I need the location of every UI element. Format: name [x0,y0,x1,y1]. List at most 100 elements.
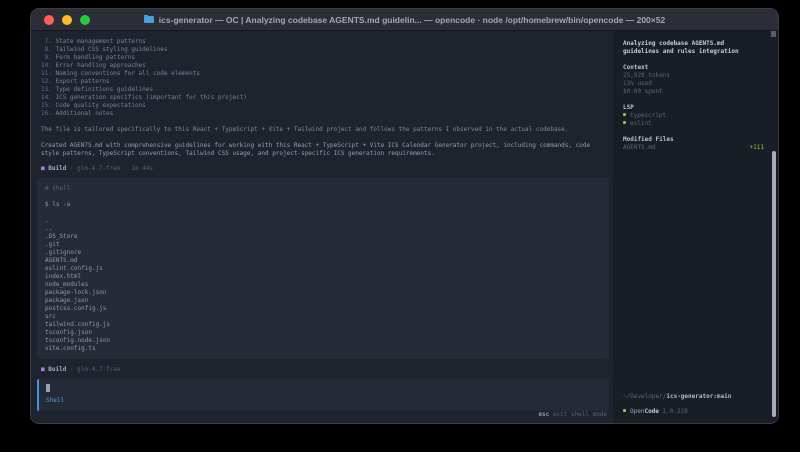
text-cursor [46,384,50,392]
app-version-row: OpenCode 1.0.228 [623,408,764,416]
file-list-line: package.json [45,297,609,305]
lsp-server-row: eslint [623,120,764,128]
file-list-line: index.html [45,273,609,281]
context-tokens: 25,929 tokens [623,72,764,80]
context-percent-used: 13% used [623,80,764,88]
esc-hint-label: exit shell mode [549,411,607,418]
modified-files-list: AGENTS.md +111 [623,144,764,152]
maximize-window-button[interactable] [80,15,90,25]
list-item: 12. Export patterns [41,78,609,86]
list-item: 14. ICS generation specifics (important … [41,94,609,102]
modified-file-row: AGENTS.md +111 [623,144,764,152]
agent-name: Build [48,165,66,172]
list-item-text: Naming conventions for all code elements [52,70,200,77]
shell-command: $ ls -a [45,201,609,209]
file-list-line: .git [45,241,609,249]
list-item-number: 8. [41,46,52,53]
duration-label: 1m 44s [131,165,153,172]
list-item-number: 16. [41,110,52,117]
list-item: 11. Naming conventions for all code elem… [41,70,609,78]
file-list-line: package-lock.json [45,289,609,297]
list-item-text: Type definitions guidelines [52,86,153,93]
close-window-button[interactable] [44,15,54,25]
file-list-line: .gitignore [45,249,609,257]
list-item: 10. Error handling approaches [41,62,609,70]
conversation-pane: 7. State management patterns 8. Tailwind… [31,31,613,424]
shell-output: ....DS_Store.git.gitignoreAGENTS.mdeslin… [45,217,609,353]
context-heading: Context [623,64,764,72]
modified-files-heading: Modified Files [623,136,764,144]
numbered-list: 7. State management patterns 8. Tailwind… [41,38,609,118]
file-list-line: node_modules [45,281,609,289]
list-item-text: Export patterns [52,78,110,85]
list-item-number: 15. [41,102,52,109]
list-item: 16. Additional notes [41,110,609,118]
esc-key-label: esc [538,411,549,418]
context-spent: $0.00 spent [623,88,764,96]
session-title: Analyzing codebase AGENTS.md guidelines … [623,40,755,56]
file-list-line: .DS_Store [45,233,609,241]
list-item-number: 10. [41,62,52,69]
list-item-text: Form handling patterns [52,54,135,61]
list-item-number: 14. [41,94,52,101]
list-item-text: State management patterns [52,38,146,45]
model-name: glm-4.7-free [77,366,120,373]
scrollbar[interactable] [771,31,777,424]
sidebar-footer: ~/Developer/ics-generator:main OpenCode … [623,393,764,416]
list-item-number: 9. [41,54,52,61]
file-list-line: postcss.config.js [45,305,609,313]
list-item-number: 11. [41,70,52,77]
scrollbar-thumb[interactable] [772,151,776,417]
shell-output-block: # Shell $ ls -a ....DS_Store.git.gitigno… [37,178,609,359]
status-dot-icon [623,121,626,124]
window-title: ics-generator — OC | Analyzing codebase … [159,15,665,25]
file-list-line: eslint.config.js [45,265,609,273]
assistant-paragraph: The file is tailored specifically to thi… [41,126,609,134]
agent-name: Build [48,366,66,373]
list-item-text: Error handling approaches [52,62,146,69]
build-header-2: ■ Build · glm-4.7-free [41,366,609,374]
status-dot-icon [623,113,626,116]
list-item-text: Code quality expectations [52,102,146,109]
list-item: 13. Type definitions guidelines [41,86,609,94]
diff-additions: +111 [750,144,764,152]
list-item: 8. Tailwind CSS styling guidelines [41,46,609,54]
shell-mode-label: Shell [46,397,602,405]
file-list-line: src [45,313,609,321]
workdir-path: ~/Developer/ics-generator:main [623,393,764,401]
shell-input[interactable]: Shell [37,379,609,411]
minimize-window-button[interactable] [62,15,72,25]
file-list-line: vite.config.ts [45,345,609,353]
file-list-line: AGENTS.md [45,257,609,265]
app-status-dot-icon [623,409,626,412]
folder-icon [144,16,154,23]
build-header-1: ■ Build · glm-4.7-free · 1m 44s [41,165,609,173]
modified-file-name: AGENTS.md [623,144,656,152]
terminal-content: 7. State management patterns 8. Tailwind… [31,31,778,424]
lsp-server-row: typescript [623,112,764,120]
list-item-number: 7. [41,38,52,45]
terminal-window: ics-generator — OC | Analyzing codebase … [30,8,779,424]
list-item-text: Additional notes [52,110,113,117]
session-sidebar: Analyzing codebase AGENTS.md guidelines … [613,31,778,424]
list-item-text: Tailwind CSS styling guidelines [52,46,168,53]
assistant-summary-paragraph: Created AGENTS.md with comprehensive gui… [41,142,609,158]
traffic-lights [44,9,90,31]
list-item-number: 13. [41,86,52,93]
file-list-line: . [45,217,609,225]
file-list-line: .. [45,225,609,233]
shell-comment: # Shell [45,185,609,193]
repo-branch-label: ics-generator:main [666,393,731,400]
list-item-number: 12. [41,78,52,85]
file-list-line: tailwind.config.js [45,321,609,329]
file-list-line: tsconfig.json [45,329,609,337]
app-version: 1.0.228 [659,408,688,415]
lsp-server-list: typescripteslint [623,112,764,128]
list-item: 7. State management patterns [41,38,609,46]
status-bar: esc exit shell mode [41,411,609,419]
file-list-line: tsconfig.node.json [45,337,609,345]
list-item: 9. Form handling patterns [41,54,609,62]
model-name: glm-4.7-free [77,165,120,172]
titlebar[interactable]: ics-generator — OC | Analyzing codebase … [31,9,778,31]
scrollbar-top-marker [771,31,776,37]
